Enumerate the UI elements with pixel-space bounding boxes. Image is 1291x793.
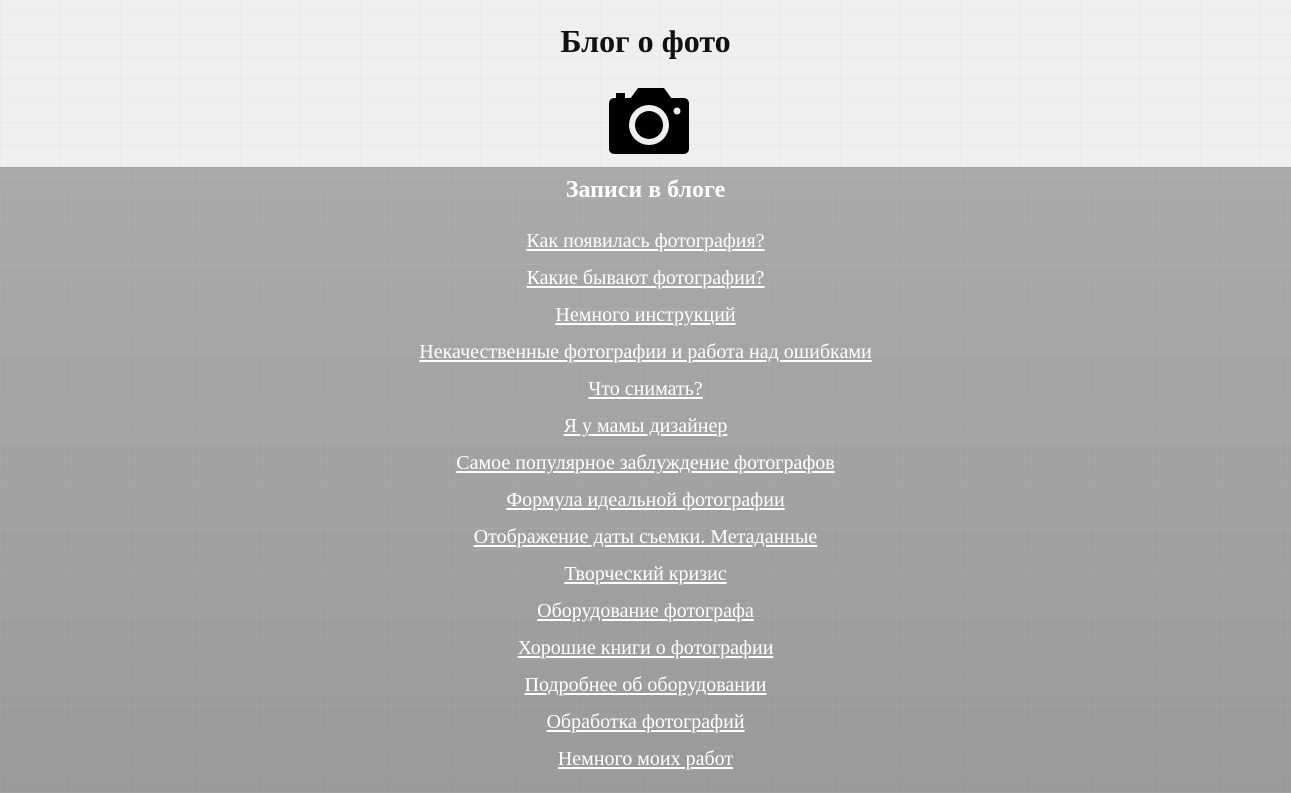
list-item: Как появилась фотография? bbox=[0, 226, 1291, 263]
site-header: Блог о фото bbox=[0, 0, 1291, 167]
post-link[interactable]: Что снимать? bbox=[588, 378, 702, 400]
list-item: Немного инструкций bbox=[0, 300, 1291, 337]
list-item: Отображение даты съемки. Метаданные bbox=[0, 522, 1291, 559]
list-item: Некачественные фотографии и работа над о… bbox=[0, 337, 1291, 374]
post-link[interactable]: Отображение даты съемки. Метаданные bbox=[474, 526, 818, 548]
list-item: Оборудование фотографа bbox=[0, 596, 1291, 633]
list-item: Какие бывают фотографии? bbox=[0, 263, 1291, 300]
post-link[interactable]: Как появилась фотография? bbox=[526, 230, 764, 252]
site-title: Блог о фото bbox=[560, 23, 731, 59]
list-item: Хорошие книги о фотографии bbox=[0, 633, 1291, 670]
post-link[interactable]: Какие бывают фотографии? bbox=[527, 267, 765, 289]
post-link[interactable]: Обработка фотографий bbox=[546, 711, 744, 733]
post-link[interactable]: Самое популярное заблуждение фотографов bbox=[456, 452, 835, 474]
list-item: Творческий кризис bbox=[0, 559, 1291, 596]
post-link[interactable]: Формула идеальной фотографии bbox=[506, 489, 784, 511]
post-link[interactable]: Немного моих работ bbox=[558, 748, 733, 770]
post-link[interactable]: Подробнее об оборудовании bbox=[525, 674, 767, 696]
list-item: Формула идеальной фотографии bbox=[0, 485, 1291, 522]
list-item: Что снимать? bbox=[0, 374, 1291, 411]
blog-posts-section: Записи в блоге Как появилась фотография?… bbox=[0, 167, 1291, 793]
post-link[interactable]: Немного инструкций bbox=[555, 304, 735, 326]
post-link[interactable]: Я у мамы дизайнер bbox=[564, 415, 728, 437]
post-link[interactable]: Оборудование фотографа bbox=[537, 600, 754, 622]
list-item: Подробнее об оборудовании bbox=[0, 670, 1291, 707]
post-link[interactable]: Творческий кризис bbox=[564, 563, 726, 585]
post-list: Как появилась фотография? Какие бывают ф… bbox=[0, 226, 1291, 781]
post-link[interactable]: Хорошие книги о фотографии bbox=[518, 637, 774, 659]
camera-icon bbox=[609, 88, 689, 154]
section-title: Записи в блоге bbox=[565, 177, 726, 203]
list-item: Я у мамы дизайнер bbox=[0, 411, 1291, 448]
list-item: Самое популярное заблуждение фотографов bbox=[0, 448, 1291, 485]
list-item: Обработка фотографий bbox=[0, 707, 1291, 744]
list-item: Немного моих работ bbox=[0, 744, 1291, 781]
post-link[interactable]: Некачественные фотографии и работа над о… bbox=[419, 341, 871, 363]
